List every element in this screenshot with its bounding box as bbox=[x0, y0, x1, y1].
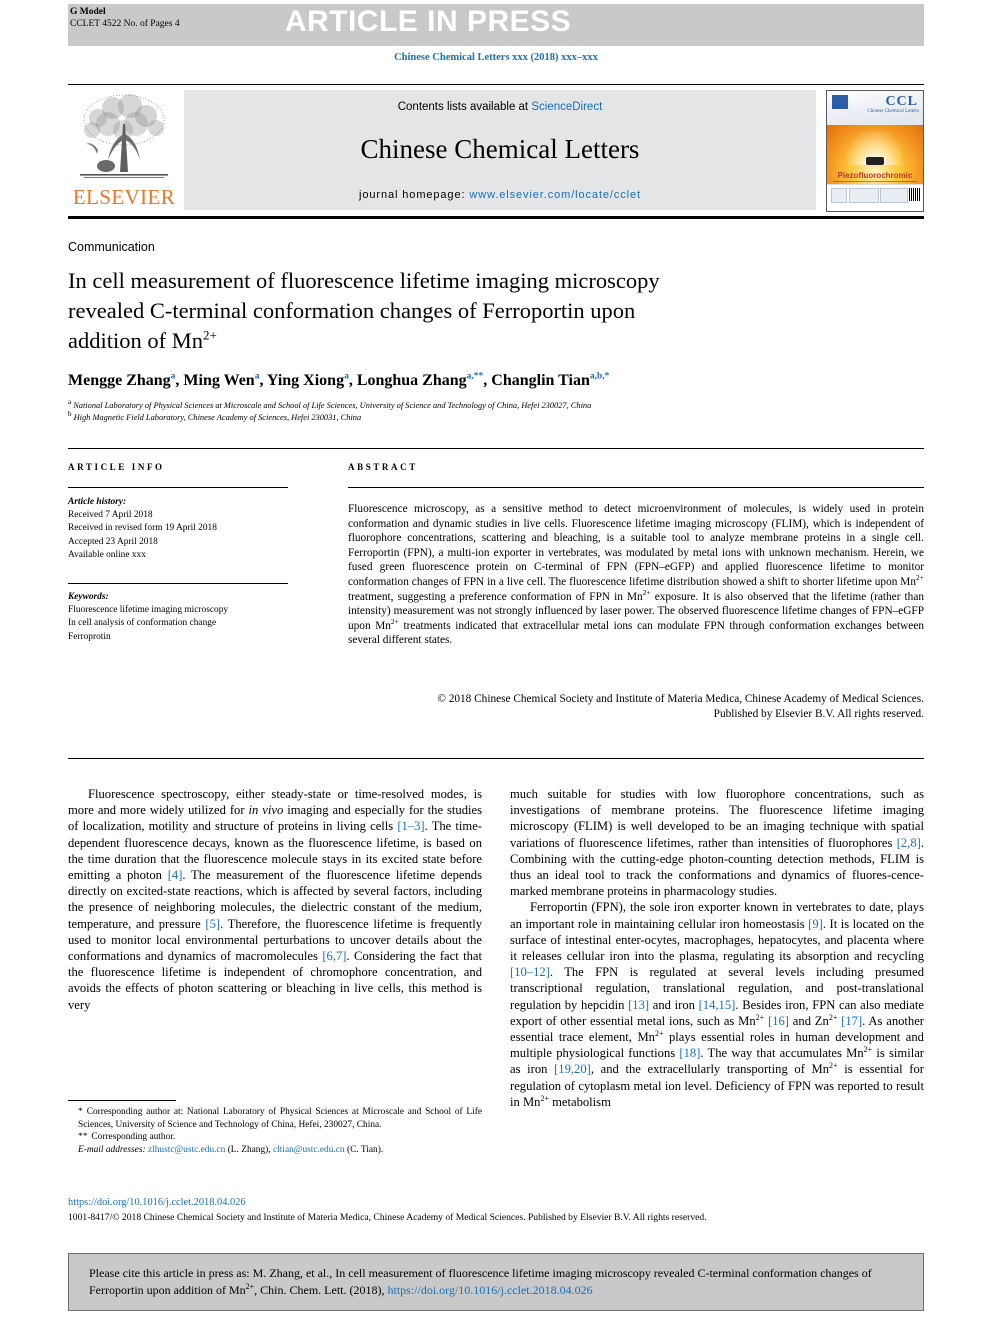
contents-box: Contents lists available at ScienceDirec… bbox=[184, 90, 816, 210]
cite-superscript: 2+ bbox=[245, 1282, 255, 1291]
keywords-block: Keywords: Fluorescence lifetime imaging … bbox=[68, 591, 308, 644]
journal-title: Chinese Chemical Letters bbox=[360, 134, 640, 164]
email-label: E-mail addresses: bbox=[78, 1144, 146, 1155]
g-model-code: CCLET 4522 No. of Pages 4 bbox=[70, 19, 180, 29]
page-title: In cell measurement of fluorescence life… bbox=[68, 266, 768, 356]
abstract-heading: ABSTRACT bbox=[348, 462, 418, 472]
homepage-label: journal homepage: bbox=[359, 189, 470, 201]
keywords-label: Keywords: bbox=[68, 592, 109, 602]
paragraph: much suitable for studies with low fluor… bbox=[510, 787, 924, 899]
cover-acronym: CCL bbox=[885, 94, 918, 109]
history-item: Received in revised form 19 April 2018 bbox=[68, 523, 217, 534]
title-superscript: 2+ bbox=[203, 327, 217, 343]
footnote-corr-at-text: Corresponding author at: National Labora… bbox=[78, 1107, 482, 1130]
abstract-body: Fluorescence microscopy, as a sensitive … bbox=[348, 503, 924, 647]
footnote-corresponding-at: * Corresponding author at: National Labor… bbox=[78, 1107, 482, 1130]
cite-doi-link[interactable]: https://doi.org/10.1016/j.cclet.2018.04.… bbox=[388, 1283, 593, 1297]
issn-copyright-line: 1001-8417/© 2018 Chinese Chemical Societ… bbox=[68, 1212, 707, 1223]
history-item: Available online xxx bbox=[68, 549, 146, 560]
footnote-emails: E-mail addresses: zlhustc@ustc.edu.cn (L… bbox=[68, 1144, 482, 1157]
article-page: G Model CCLET 4522 No. of Pages 4 ARTICL… bbox=[0, 0, 992, 1323]
elsevier-logo: ELSEVIER bbox=[68, 90, 180, 210]
keyword-item: Fluorescence lifetime imaging microscopy bbox=[68, 605, 229, 616]
cover-badge-icon bbox=[832, 95, 848, 109]
cite-text: Please cite this article in press as: M.… bbox=[69, 1254, 923, 1299]
email-link-2[interactable]: cltian@ustc.edu.cn bbox=[273, 1145, 345, 1155]
affiliation-a-row: a National Laboratory of Physical Scienc… bbox=[68, 398, 592, 410]
article-history-label: Article history: bbox=[68, 497, 127, 507]
article-info-heading: ARTICLE INFO bbox=[68, 462, 165, 472]
history-item: Accepted 23 April 2018 bbox=[68, 536, 158, 547]
keyword-item: Ferroprotin bbox=[68, 631, 111, 642]
author-affil-marker: a bbox=[254, 371, 260, 382]
author-name: Ming Wen bbox=[183, 372, 255, 389]
affiliations: a National Laboratory of Physical Scienc… bbox=[68, 398, 928, 423]
section-label: Communication bbox=[68, 240, 155, 254]
copyright-line-2: Published by Elsevier B.V. All rights re… bbox=[713, 707, 924, 720]
cover-feature-word: Piezofluorochromic bbox=[837, 171, 913, 180]
sciencedirect-link[interactable]: ScienceDirect bbox=[531, 101, 602, 113]
email-owner-2: (C. Tian). bbox=[346, 1144, 384, 1155]
title-line-3: addition of Mn bbox=[68, 328, 203, 353]
affiliation-b-row: b High Magnetic Field Laboratory, Chines… bbox=[68, 409, 362, 422]
footnote-rule bbox=[68, 1100, 176, 1101]
footnote-corr-author-text: Corresponding author. bbox=[91, 1132, 176, 1143]
cover-subtitle: Chinese Chemical Letters bbox=[867, 109, 919, 114]
paragraph: Fluorescence spectroscopy, either steady… bbox=[68, 787, 483, 1012]
affiliation-b-text: High Magnetic Field Laboratory, Chinese … bbox=[73, 412, 362, 422]
cite-this-article-box: Please cite this article in press as: M.… bbox=[68, 1253, 924, 1311]
abstract-heading-rule bbox=[348, 487, 924, 488]
paragraph: Ferroportin (FPN), the sole iron exporte… bbox=[510, 900, 924, 1109]
journal-masthead: ELSEVIER Contents lists available at Sci… bbox=[68, 84, 924, 214]
contents-prefix: Contents lists available at bbox=[397, 101, 532, 113]
title-line-1: In cell measurement of fluorescence life… bbox=[68, 268, 660, 293]
author-affil-marker: a bbox=[344, 371, 349, 382]
email-link-1[interactable]: zlhustc@ustc.edu.cn bbox=[148, 1145, 225, 1155]
author-affil-marker: a,b,* bbox=[589, 371, 610, 382]
copyright-line-1: © 2018 Chinese Chemical Society and Inst… bbox=[437, 693, 924, 705]
author-list: Mengge Zhanga, Ming Wena, Ying Xionga, L… bbox=[68, 371, 610, 389]
elsevier-wordmark: ELSEVIER bbox=[72, 185, 176, 209]
info-heading-rule bbox=[68, 487, 288, 488]
author-affil-marker: a bbox=[170, 371, 176, 382]
keyword-item: In cell analysis of conformation change bbox=[68, 618, 217, 629]
journal-cover-thumbnail: CCL Chinese Chemical Letters Piezofluoro… bbox=[826, 90, 924, 212]
journal-homepage-line: journal homepage: www.elsevier.com/locat… bbox=[184, 189, 816, 201]
contents-available-line: Contents lists available at ScienceDirec… bbox=[184, 101, 816, 113]
homepage-url-link[interactable]: www.elsevier.com/locate/cclet bbox=[469, 189, 641, 201]
title-line-2: revealed C-terminal conformation changes… bbox=[68, 298, 636, 323]
author-name: Longhua Zhang bbox=[356, 372, 467, 389]
affiliation-a-text: National Laboratory of Physical Sciences… bbox=[73, 401, 592, 410]
author-affil-marker: a,** bbox=[466, 371, 484, 382]
email-owner-1: (L. Zhang), bbox=[227, 1144, 271, 1155]
author-name: Ying Xiong bbox=[266, 372, 345, 389]
elsevier-tree-icon bbox=[80, 94, 168, 178]
body-column-right: much suitable for studies with low fluor… bbox=[510, 786, 924, 1110]
g-model-label: G Model bbox=[70, 7, 106, 17]
journal-reference-line: Chinese Chemical Letters xxx (2018) xxx–… bbox=[394, 52, 598, 63]
info-section-bottom-rule bbox=[68, 758, 924, 759]
body-column-left: Fluorescence spectroscopy, either steady… bbox=[68, 786, 482, 1013]
info-section-top-rule bbox=[68, 448, 924, 449]
abstract-copyright: © 2018 Chinese Chemical Society and Inst… bbox=[348, 692, 924, 721]
history-item: Received 7 April 2018 bbox=[68, 510, 153, 521]
footnote-corresponding-author: ** Corresponding author. bbox=[78, 1132, 176, 1143]
cover-bottom-band bbox=[827, 184, 923, 211]
author-name: Changlin Tian bbox=[491, 372, 590, 389]
cite-text-mid: , Chin. Chem. Lett. (2018), bbox=[254, 1283, 388, 1297]
article-history: Article history: Received 7 April 2018 R… bbox=[68, 496, 298, 562]
cover-flask-icon bbox=[866, 157, 884, 165]
keywords-rule bbox=[68, 583, 288, 584]
masthead-bottom-rule bbox=[68, 216, 924, 219]
g-model-block: G Model CCLET 4522 No. of Pages 4 bbox=[70, 6, 180, 30]
footnotes-block: * Corresponding author at: National Labor… bbox=[68, 1106, 482, 1156]
author-name: Mengge Zhang bbox=[68, 372, 171, 389]
doi-link[interactable]: https://doi.org/10.1016/j.cclet.2018.04.… bbox=[68, 1197, 246, 1208]
